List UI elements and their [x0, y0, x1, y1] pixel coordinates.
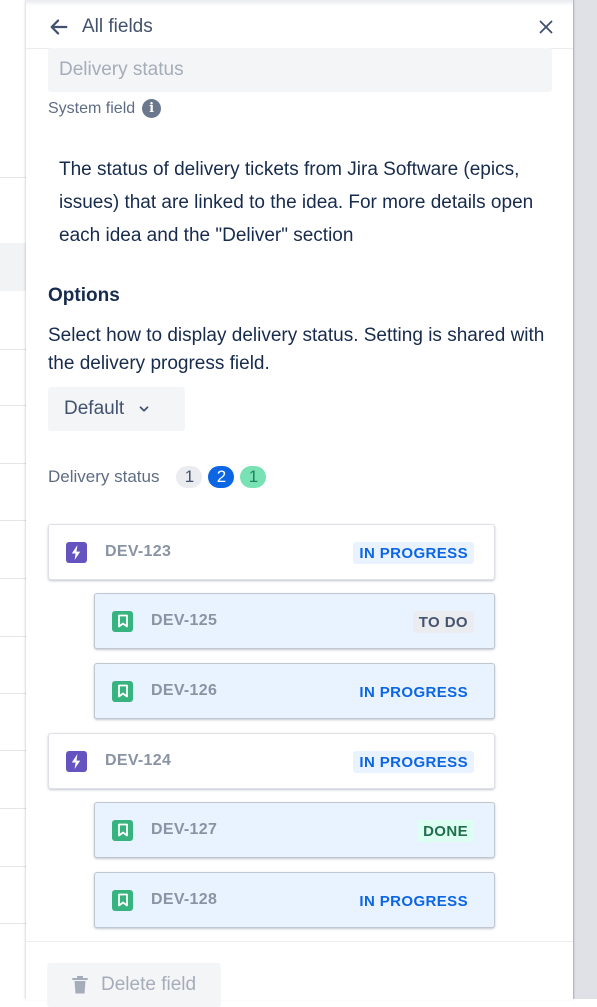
back-label: All fields — [82, 16, 153, 37]
delivery-status-summary: Delivery status 1 2 1 — [48, 464, 272, 490]
delete-field-label: Delete field — [101, 974, 197, 995]
chevron-down-icon — [139, 406, 149, 412]
ticket-key: DEV-124 — [105, 752, 172, 769]
panel-header: All fields — [26, 8, 573, 49]
todo-count-badge: 1 — [176, 466, 203, 488]
background-page-strip — [0, 0, 26, 999]
field-description: The status of delivery tickets from Jira… — [59, 159, 534, 246]
lightning-bolt-icon — [66, 541, 87, 563]
status-lozenge: IN PROGRESS — [359, 683, 468, 701]
field-details-panel: All fields System field i The status of … — [26, 0, 573, 1007]
in-progress-count-badge: 2 — [208, 466, 235, 488]
bookmark-icon — [112, 819, 133, 841]
delivery-status-label: Delivery status — [48, 467, 160, 486]
ticket-card-story[interactable]: DEV-127 DONE — [94, 802, 495, 858]
status-lozenge: TO DO — [412, 611, 474, 633]
ticket-key: DEV-126 — [151, 682, 218, 699]
options-heading: Options — [48, 285, 120, 306]
system-field-note: System field i — [48, 99, 162, 118]
bookmark-icon — [112, 889, 133, 911]
ticket-card-story[interactable]: DEV-128 IN PROGRESS — [94, 872, 495, 928]
ticket-card-story[interactable]: DEV-126 IN PROGRESS — [94, 663, 495, 719]
options-description: Select how to display delivery status. S… — [48, 325, 545, 374]
lightning-bolt-icon — [66, 750, 87, 772]
back-to-all-fields-button[interactable]: All fields — [48, 14, 153, 40]
done-count-badge: 1 — [240, 466, 267, 488]
ticket-key: DEV-123 — [105, 543, 172, 560]
dropdown-value: Default — [64, 398, 125, 419]
ticket-key: DEV-128 — [151, 891, 218, 908]
bookmark-icon — [112, 680, 133, 702]
trash-icon — [72, 976, 88, 994]
close-icon[interactable] — [535, 16, 557, 38]
info-icon[interactable]: i — [142, 99, 162, 118]
system-field-label: System field — [48, 99, 136, 117]
bookmark-icon — [112, 610, 133, 632]
status-lozenge: IN PROGRESS — [359, 892, 468, 910]
ticket-key: DEV-125 — [151, 612, 218, 629]
status-lozenge: DONE — [417, 820, 474, 842]
ticket-key: DEV-127 — [151, 821, 218, 838]
panel-footer: Delete field — [26, 941, 573, 1007]
display-mode-dropdown[interactable]: Default — [48, 387, 185, 431]
field-name-input[interactable] — [48, 48, 552, 92]
status-lozenge: IN PROGRESS — [353, 751, 474, 773]
ticket-card-story[interactable]: DEV-125 TO DO — [94, 593, 495, 649]
delete-field-button[interactable]: Delete field — [47, 963, 221, 1007]
status-lozenge: IN PROGRESS — [353, 542, 474, 564]
ticket-card-epic[interactable]: DEV-124 IN PROGRESS — [48, 733, 495, 789]
ticket-card-epic[interactable]: DEV-123 IN PROGRESS — [48, 524, 495, 580]
arrow-left-icon — [50, 19, 68, 35]
background-scroll-strip — [573, 0, 597, 999]
